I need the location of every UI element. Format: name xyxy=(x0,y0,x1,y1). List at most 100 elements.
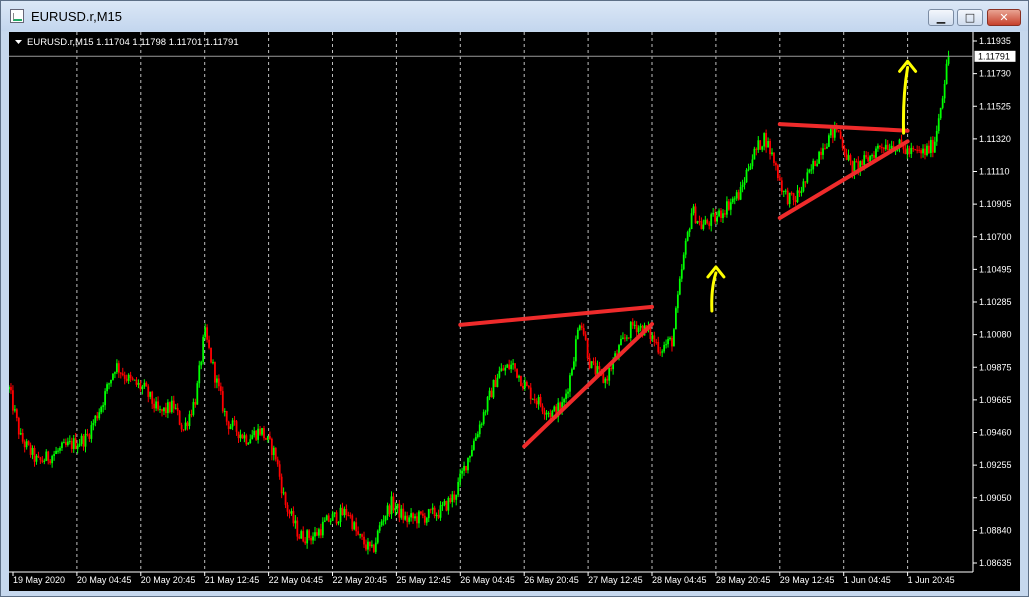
x-tick-label: 28 May 04:45 xyxy=(652,575,707,585)
candle-body xyxy=(669,337,671,339)
close-button[interactable]: ✕ xyxy=(987,9,1021,26)
candle-body xyxy=(392,496,395,511)
candle-body xyxy=(886,144,889,151)
candle-body xyxy=(19,432,22,435)
candle-body xyxy=(918,149,921,151)
candle-body xyxy=(388,505,391,515)
candle-body xyxy=(102,405,105,407)
candle-body xyxy=(390,496,393,515)
candle-body xyxy=(871,155,873,157)
candle-body xyxy=(508,364,511,370)
candle-body xyxy=(802,181,805,192)
candle-body xyxy=(319,529,322,536)
candle-body xyxy=(9,387,10,390)
candle-body xyxy=(812,160,815,170)
candle-body xyxy=(455,494,458,500)
maximize-button[interactable]: □ xyxy=(957,9,983,26)
candle-body xyxy=(922,148,924,154)
x-tick-label: 19 May 2020 xyxy=(13,575,65,585)
candle-body xyxy=(822,148,824,155)
candle-body xyxy=(751,159,754,167)
candle-body xyxy=(70,440,73,449)
candle-body xyxy=(76,445,79,449)
y-tick-label: 1.09255 xyxy=(979,460,1012,470)
candle-body xyxy=(329,520,332,522)
candle-body xyxy=(810,169,813,171)
candle-body xyxy=(920,150,922,154)
candle-body xyxy=(13,409,16,411)
candle-body xyxy=(229,426,232,429)
candle-body xyxy=(735,192,738,199)
candle-body xyxy=(884,144,887,150)
candle-body xyxy=(112,373,114,380)
candle-body xyxy=(404,515,407,520)
candle-body xyxy=(482,412,485,424)
candle-body xyxy=(928,145,930,153)
candle-body xyxy=(904,149,907,155)
x-tick-label: 21 May 12:45 xyxy=(205,575,260,585)
candle-body xyxy=(712,213,715,215)
candle-body xyxy=(861,160,864,165)
candle-body xyxy=(282,492,285,494)
candle-body xyxy=(314,532,316,537)
candle-body xyxy=(259,428,261,435)
candle-body xyxy=(227,421,230,429)
candle-body xyxy=(125,378,128,381)
candle-body xyxy=(749,166,752,170)
candle-body xyxy=(733,198,736,200)
title-bar[interactable]: EURUSD.r,M15 ▁ □ ✕ xyxy=(1,1,1028,31)
candle-body xyxy=(906,148,909,155)
candle-body xyxy=(490,390,493,398)
candle-body xyxy=(624,337,626,339)
candle-body xyxy=(280,476,283,494)
candle-body xyxy=(115,363,118,373)
candle-body xyxy=(943,84,946,99)
candle-body xyxy=(674,308,677,330)
candle-body xyxy=(439,505,442,518)
candle-body xyxy=(372,544,375,552)
candle-body xyxy=(573,361,575,370)
candle-body xyxy=(121,373,124,376)
candle-body xyxy=(702,224,705,230)
candle-body xyxy=(231,420,234,427)
candle-body xyxy=(604,378,607,383)
candle-body xyxy=(64,442,67,446)
candle-body xyxy=(590,361,593,369)
chart-background xyxy=(9,32,1020,591)
candle-body xyxy=(53,453,56,456)
candle-body xyxy=(806,172,809,183)
candle-body xyxy=(637,327,640,333)
candle-body xyxy=(198,365,201,384)
minimize-button[interactable]: ▁ xyxy=(928,9,954,26)
candle-body xyxy=(337,521,340,524)
chart-window-icon[interactable] xyxy=(10,9,24,23)
candle-body xyxy=(722,213,724,218)
candle-body xyxy=(729,202,732,210)
candle-body xyxy=(461,470,463,474)
candle-body xyxy=(476,434,479,438)
candle-body xyxy=(139,382,142,390)
candle-body xyxy=(253,430,256,436)
price-chart[interactable]: 1.11935 1.11730 1.11525 1.11320 1.11110 1.109… xyxy=(9,32,1020,591)
candle-body xyxy=(863,155,866,165)
candle-body xyxy=(941,98,944,108)
candle-body xyxy=(480,423,483,425)
candle-body xyxy=(353,522,356,530)
candle-body xyxy=(690,213,693,229)
candle-body xyxy=(110,379,112,384)
candle-body xyxy=(880,147,883,149)
candle-body xyxy=(39,457,42,461)
candle-body xyxy=(529,387,532,399)
candle-body xyxy=(68,440,71,442)
x-tick-label: 25 May 12:45 xyxy=(396,575,451,585)
candle-body xyxy=(935,130,938,142)
candle-body xyxy=(759,140,762,150)
candle-body xyxy=(90,425,93,439)
candle-body xyxy=(545,413,548,415)
candle-body xyxy=(926,145,928,156)
candle-body xyxy=(824,148,826,150)
y-tick-label: 1.09665 xyxy=(979,395,1012,405)
chart-canvas[interactable]: 1.11935 1.11730 1.11525 1.11320 1.11110 1.109… xyxy=(9,32,1020,591)
y-tick-label: 1.09875 xyxy=(979,362,1012,372)
candle-body xyxy=(849,155,852,161)
